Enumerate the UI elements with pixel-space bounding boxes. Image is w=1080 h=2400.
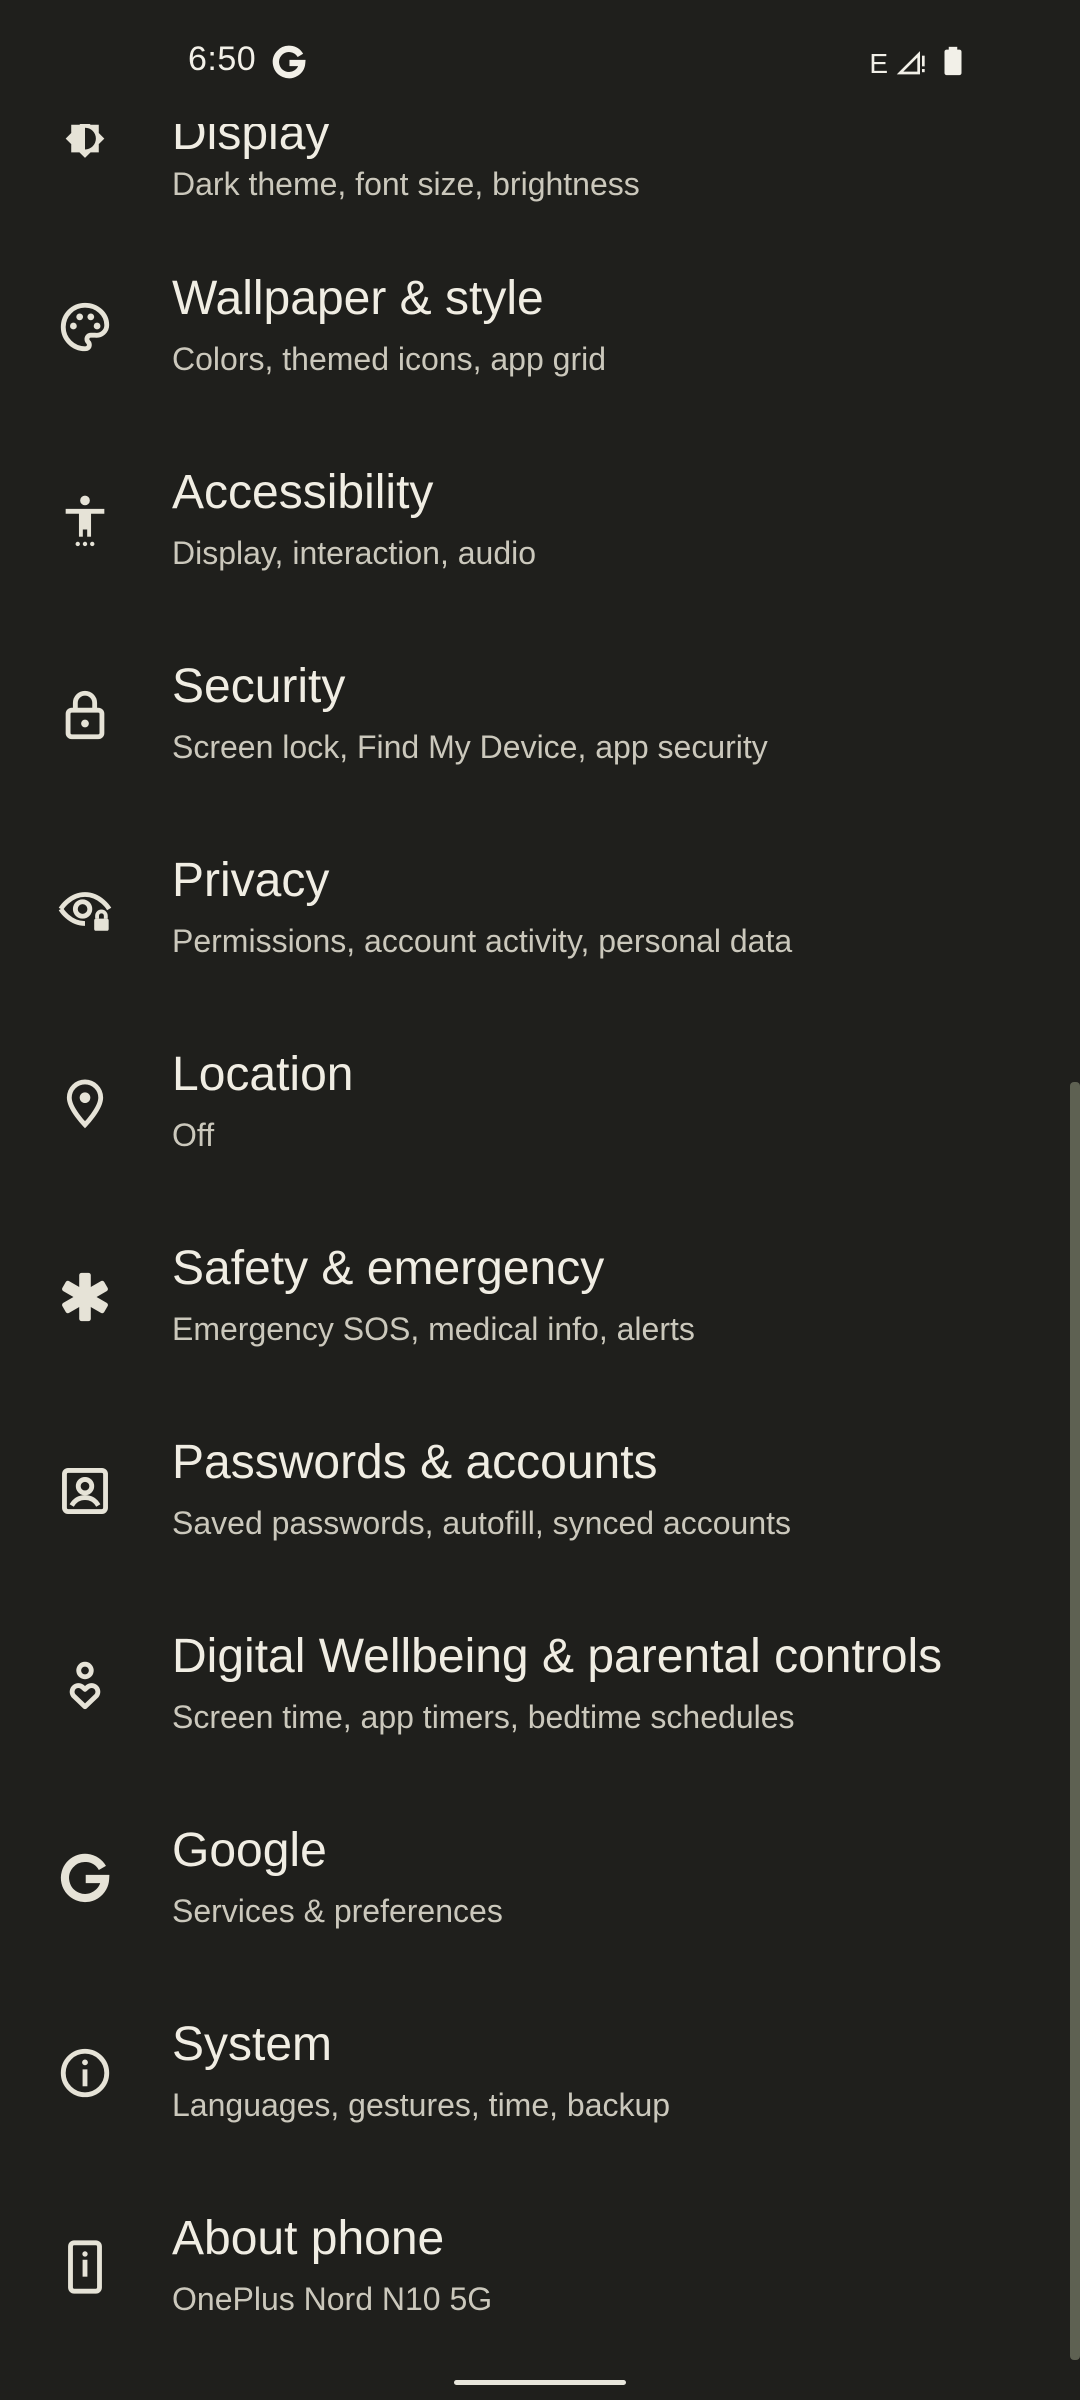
status-bar: 6:50 E — [0, 0, 1080, 124]
settings-item-about-phone[interactable]: About phone OnePlus Nord N10 5G — [0, 2167, 1066, 2361]
asterisk-icon — [56, 1268, 114, 1326]
settings-item-summary: Off — [172, 1117, 215, 1153]
settings-item-summary: Services & preferences — [172, 1893, 503, 1929]
google-notification-icon — [270, 44, 308, 82]
settings-item-accessibility[interactable]: Accessibility Display, interaction, audi… — [0, 421, 1066, 615]
settings-item-title: Passwords & accounts — [172, 1436, 658, 1489]
accessibility-icon — [56, 492, 114, 550]
settings-item-summary: Languages, gestures, time, backup — [172, 2087, 671, 2123]
palette-icon — [56, 298, 114, 356]
wellbeing-icon — [56, 1656, 114, 1714]
settings-item-summary: Permissions, account activity, personal … — [172, 923, 793, 959]
settings-item-privacy[interactable]: Privacy Permissions, account activity, p… — [0, 809, 1066, 1003]
settings-item-wallpaper[interactable]: Wallpaper & style Colors, themed icons, … — [0, 227, 1066, 421]
settings-item-summary: Emergency SOS, medical info, alerts — [172, 1311, 695, 1347]
settings-item-system[interactable]: System Languages, gestures, time, backup — [0, 1973, 1066, 2167]
settings-item-location[interactable]: Location Off — [0, 1003, 1066, 1197]
settings-item-summary: Screen lock, Find My Device, app securit… — [172, 729, 768, 765]
phone-icon — [56, 2238, 114, 2296]
settings-item-title: Accessibility — [172, 466, 434, 519]
settings-item-passwords-accounts[interactable]: Passwords & accounts Saved passwords, au… — [0, 1391, 1066, 1585]
settings-item-google[interactable]: Google Services & preferences — [0, 1779, 1066, 1973]
info-icon — [56, 2044, 114, 2102]
location-pin-icon — [56, 1074, 114, 1132]
settings-item-title: About phone — [172, 2212, 445, 2265]
settings-item-title: Digital Wellbeing & parental controls — [172, 1630, 943, 1683]
settings-item-title: Safety & emergency — [172, 1242, 605, 1295]
settings-item-title: Google — [172, 1824, 327, 1877]
settings-item-title: Security — [172, 660, 346, 713]
settings-item-summary: Saved passwords, autofill, synced accoun… — [172, 1505, 791, 1541]
status-icons: E — [869, 44, 970, 83]
settings-list: Display Dark theme, font size, brightnes… — [0, 0, 1080, 2400]
settings-item-safety-emergency[interactable]: Safety & emergency Emergency SOS, medica… — [0, 1197, 1066, 1391]
settings-item-summary: Colors, themed icons, app grid — [172, 341, 606, 377]
gesture-nav-handle[interactable] — [454, 2380, 626, 2385]
settings-item-summary: Display, interaction, audio — [172, 535, 537, 571]
battery-icon — [936, 44, 970, 83]
lock-icon — [56, 686, 114, 744]
network-type: E — [869, 47, 888, 79]
eye-lock-icon — [56, 880, 114, 938]
google-icon — [56, 1850, 114, 1908]
settings-item-title: Wallpaper & style — [172, 272, 544, 325]
settings-item-security[interactable]: Security Screen lock, Find My Device, ap… — [0, 615, 1066, 809]
scrollbar[interactable] — [1070, 1082, 1080, 2360]
status-time: 6:50 — [188, 40, 257, 78]
account-box-icon — [56, 1462, 114, 1520]
settings-item-summary: Dark theme, font size, brightness — [172, 166, 640, 202]
settings-item-title: System — [172, 2018, 333, 2071]
settings-item-title: Location — [172, 1048, 354, 1101]
settings-item-summary: Screen time, app timers, bedtime schedul… — [172, 1699, 795, 1735]
settings-item-title: Privacy — [172, 854, 330, 907]
signal-icon — [896, 45, 928, 82]
settings-item-digital-wellbeing[interactable]: Digital Wellbeing & parental controls Sc… — [0, 1585, 1066, 1779]
settings-item-summary: OnePlus Nord N10 5G — [172, 2281, 493, 2317]
